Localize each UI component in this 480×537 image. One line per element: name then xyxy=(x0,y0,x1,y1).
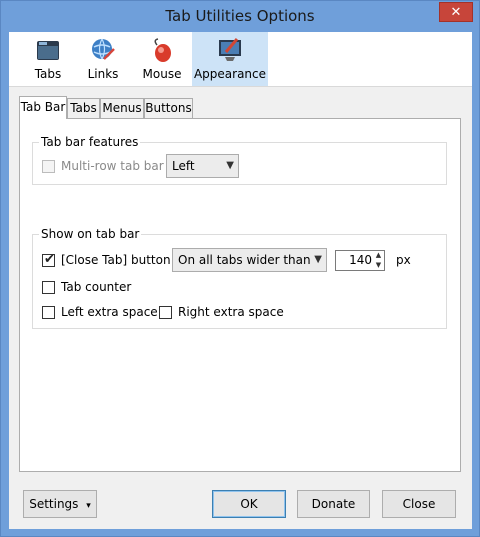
chevron-down-icon: ▼ xyxy=(226,160,234,171)
tab-tab-bar[interactable]: Tab Bar xyxy=(19,96,67,119)
tab-bar-features-group: Tab bar features Multi-row tab bar Left … xyxy=(32,135,447,185)
toolbar-tabs-label: Tabs xyxy=(34,67,62,81)
multirow-label: Multi-row tab bar xyxy=(61,159,164,173)
folder-icon xyxy=(37,41,59,60)
show-on-tab-bar-title: Show on tab bar xyxy=(39,227,142,241)
right-extra-space-label: Right extra space xyxy=(178,305,284,319)
toolbar-tabs-button[interactable]: Tabs xyxy=(21,32,75,86)
tab-counter-label: Tab counter xyxy=(61,280,132,294)
toolbar-appearance-button[interactable]: Appearance xyxy=(192,32,268,86)
toolbar-links-button[interactable]: Links xyxy=(81,32,125,86)
close-tab-mode-select[interactable]: On all tabs wider than ▼ xyxy=(172,248,327,272)
close-tab-button-label: [Close Tab] button xyxy=(61,253,171,267)
tab-width-unit: px xyxy=(396,253,411,267)
chevron-down-icon: ▾ xyxy=(86,501,91,511)
toolbar-appearance-label: Appearance xyxy=(193,67,267,81)
close-tab-button-checkbox[interactable]: ✔ xyxy=(42,252,55,267)
dialog-client: Tabs Links Mouse Appearance Tab Bar Tabs… xyxy=(9,32,472,529)
chevron-down-icon: ▼ xyxy=(314,254,322,265)
category-toolbar: Tabs Links Mouse Appearance xyxy=(9,32,472,87)
window-title: Tab Utilities Options xyxy=(165,7,315,25)
title-bar[interactable]: Tab Utilities Options ✕ xyxy=(1,1,479,32)
settings-label: Settings xyxy=(29,497,79,511)
left-extra-space-label: Left extra space xyxy=(61,305,158,319)
tab-menus[interactable]: Menus xyxy=(100,98,144,118)
close-tab-mode-value: On all tabs wider than xyxy=(178,253,311,267)
tab-bar-position-value: Left xyxy=(172,159,195,173)
donate-button[interactable]: Donate xyxy=(297,490,370,518)
spin-down-icon[interactable]: ▼ xyxy=(373,261,384,270)
tab-bar-features-title: Tab bar features xyxy=(39,135,141,149)
tab-counter-checkbox[interactable] xyxy=(42,281,55,294)
tab-bar-position-select[interactable]: Left ▼ xyxy=(166,154,239,178)
paint-monitor-icon xyxy=(219,38,241,61)
tab-tabs[interactable]: Tabs xyxy=(67,98,100,118)
tab-buttons[interactable]: Buttons xyxy=(144,98,193,118)
ok-button[interactable]: OK xyxy=(212,490,286,518)
multirow-checkbox[interactable] xyxy=(42,160,55,173)
options-window: Tab Utilities Options ✕ Tabs Links Mouse… xyxy=(0,0,480,537)
right-extra-space-checkbox[interactable] xyxy=(159,306,172,319)
left-extra-space-checkbox[interactable] xyxy=(42,306,55,319)
mouse-icon xyxy=(154,38,171,62)
toolbar-links-label: Links xyxy=(87,67,119,81)
spin-up-icon[interactable]: ▲ xyxy=(373,251,384,260)
tab-bar-panel: Tab bar features Multi-row tab bar Left … xyxy=(19,118,461,472)
settings-menu-button[interactable]: Settings ▾ xyxy=(23,490,97,518)
tab-width-spinner[interactable]: 140 ▲ ▼ xyxy=(335,250,385,271)
tab-width-value: 140 xyxy=(349,253,372,267)
close-icon: ✕ xyxy=(450,4,462,20)
show-on-tab-bar-group: Show on tab bar ✔ [Close Tab] button On … xyxy=(32,227,447,329)
close-button[interactable]: Close xyxy=(382,490,456,518)
toolbar-mouse-button[interactable]: Mouse xyxy=(137,32,187,86)
globe-link-icon xyxy=(92,38,115,60)
toolbar-mouse-label: Mouse xyxy=(142,67,182,81)
close-window-button[interactable]: ✕ xyxy=(439,2,473,22)
checkmark-icon: ✔ xyxy=(44,252,55,267)
